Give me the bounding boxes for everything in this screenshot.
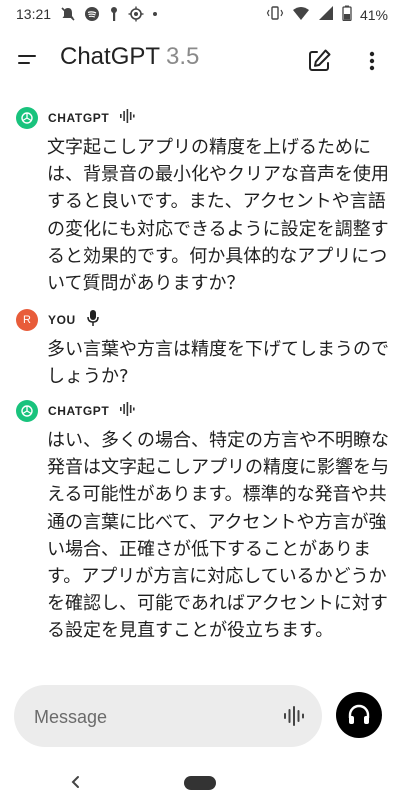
microphone-icon: [86, 309, 100, 331]
home-button[interactable]: [184, 776, 216, 790]
location-icon: [128, 6, 144, 26]
sender-label: YOU: [48, 313, 76, 327]
message-assistant: CHATGPT 文字起こしアプリの精度を上げるためには、背景音の最小化やクリアな…: [16, 107, 389, 297]
message-user: R YOU 多い言葉や方言は精度を下げてしまうのでしょうか?: [16, 309, 389, 390]
app-bar: ChatGPT 3.5: [0, 34, 400, 86]
menu-button[interactable]: [12, 46, 42, 74]
status-bar: 13:21 41%: [0, 0, 400, 28]
signal-icon: [318, 5, 334, 25]
edit-icon: [309, 49, 331, 71]
battery-percent: 41%: [359, 7, 388, 23]
mute-icon: [60, 6, 76, 26]
vibrate-icon: [266, 5, 284, 25]
message-assistant: CHATGPT はい、多くの場合、特定の方言や不明瞭な発音は文字起こしアプリの精…: [16, 400, 389, 645]
message-composer: [14, 685, 322, 747]
app-title: ChatGPT: [60, 43, 161, 70]
message-header: R YOU: [16, 309, 384, 331]
back-button[interactable]: [66, 770, 86, 794]
chatgpt-avatar: [16, 107, 38, 129]
chatgpt-avatar: [16, 400, 38, 422]
sender-label: CHATGPT: [48, 404, 110, 418]
more-vertical-icon: [369, 51, 375, 71]
openai-logo-icon: [21, 112, 33, 124]
voice-mode-button[interactable]: [336, 692, 382, 738]
message-header: CHATGPT: [16, 400, 384, 422]
spotify-icon: [84, 6, 100, 26]
key-icon: [108, 6, 120, 26]
read-aloud-icon[interactable]: [119, 401, 135, 421]
waveform-icon: [284, 706, 304, 726]
chevron-left-icon: [71, 776, 79, 788]
openai-logo-icon: [21, 405, 33, 417]
battery-icon: [342, 5, 352, 25]
message-text: はい、多くの場合、特定の方言や不明瞭な発音は文字起こしアプリの精度に影響を与える…: [47, 430, 389, 642]
wifi-icon: [292, 5, 310, 25]
dot-icon: [152, 6, 158, 26]
message-header: CHATGPT: [16, 107, 384, 129]
model-version: 3.5: [166, 43, 200, 70]
read-aloud-icon[interactable]: [119, 108, 135, 128]
voice-input-button[interactable]: [282, 704, 306, 728]
user-avatar: R: [16, 309, 38, 331]
page-title[interactable]: ChatGPT 3.5: [60, 43, 199, 71]
headphones-icon: [348, 704, 370, 724]
system-nav-bar: [0, 762, 400, 804]
message-input[interactable]: [32, 699, 276, 735]
message-text: 文字起こしアプリの精度を上げるためには、背景音の最小化やクリアな音声を使用すると…: [47, 137, 389, 295]
new-chat-button[interactable]: [304, 46, 334, 76]
more-options-button[interactable]: [360, 46, 384, 76]
status-time: 13:21: [16, 6, 52, 22]
message-text: 多い言葉や方言は精度を下げてしまうのでしょうか?: [47, 339, 389, 388]
sender-label: CHATGPT: [48, 111, 110, 125]
